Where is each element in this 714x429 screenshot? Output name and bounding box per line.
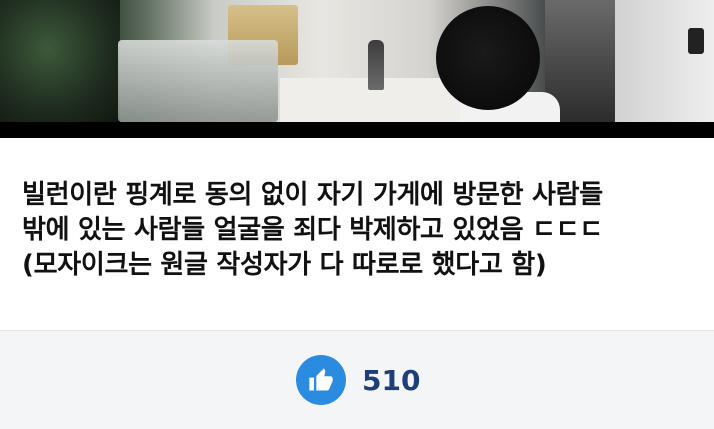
caption-line: (모자이크는 원글 작성자가 다 따로로 했다고 함) bbox=[22, 250, 547, 280]
photo-plant-region bbox=[0, 0, 120, 122]
post-page: 빌런이란 핑계로 동의 없이 자기 가게에 방문한 사람들 밖에 있는 사람들 … bbox=[0, 0, 714, 429]
post-caption: 빌런이란 핑계로 동의 없이 자기 가게에 방문한 사람들 밖에 있는 사람들 … bbox=[22, 178, 702, 283]
thumbs-up-glyph bbox=[309, 368, 333, 391]
photo-rack-region bbox=[118, 40, 278, 122]
photo-bottom-bar bbox=[0, 122, 714, 138]
thumbs-up-icon[interactable] bbox=[296, 355, 346, 405]
post-photo bbox=[0, 0, 714, 122]
photo-bottle-region bbox=[368, 40, 384, 90]
caption-line: 밖에 있는 사람들 얼굴을 죄다 박제하고 있었음 ㄷㄷㄷ bbox=[22, 215, 603, 245]
like-count: 510 bbox=[362, 363, 421, 397]
photo-head-region bbox=[436, 6, 540, 110]
photo-device-region bbox=[688, 28, 704, 54]
caption-line: 빌런이란 핑계로 동의 없이 자기 가게에 방문한 사람들 bbox=[22, 180, 603, 210]
like-button[interactable]: 510 bbox=[296, 355, 420, 405]
